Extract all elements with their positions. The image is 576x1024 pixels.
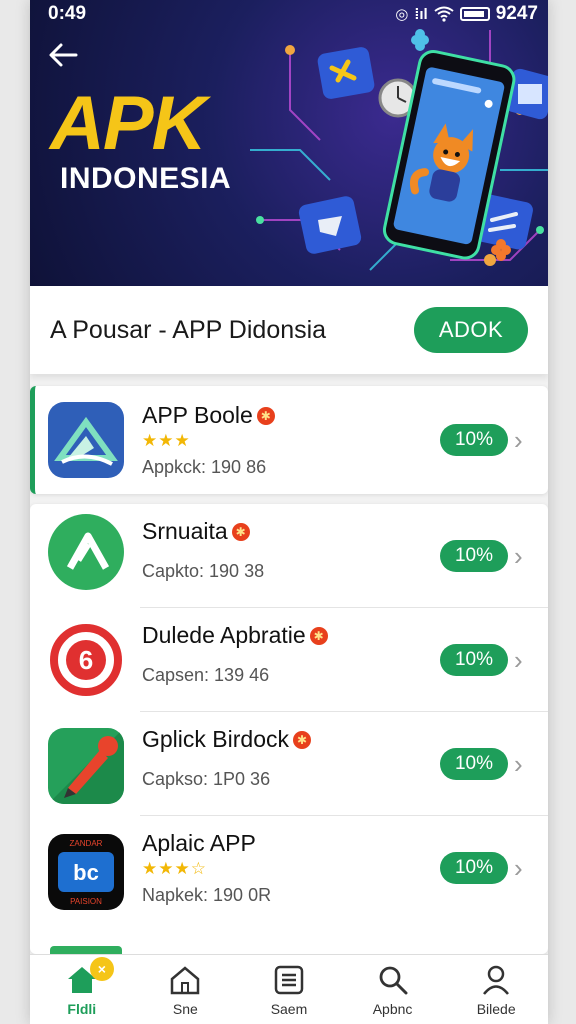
percent-badge: 10% [440, 540, 508, 572]
list-item-aplaic-app[interactable]: ZANDAR bc PAISION Aplaic APP ★★★☆ Napkek… [30, 816, 548, 920]
app-frame: APK INDONESIA 0:49 ◎ ⁞ıl 9247 A Pousar -… [30, 0, 548, 1024]
nav-label: Bilede [476, 1000, 516, 1017]
app-name: Gplick Birdock [142, 726, 289, 752]
gplick-pencil-logo-icon [48, 728, 124, 804]
nav-item-bilede[interactable]: Bilede [446, 963, 546, 1017]
nav-label: Saem [270, 1000, 308, 1017]
aplaic-icon-top-text: ZANDAR [70, 839, 103, 848]
bottom-navigation: × Fldli Sne Saem Apbnc Bilede [30, 954, 548, 1024]
list-item-app-boole[interactable]: APP Boole ✱ ★★★ Appkck: 190 86 10% › [35, 388, 548, 492]
search-icon [376, 963, 410, 997]
chevron-right-icon: › [514, 852, 523, 883]
page-title: A Pousar - APP Didonsia [50, 315, 327, 344]
chevron-right-icon: › [514, 424, 523, 455]
page-header: A Pousar - APP Didonsia ADOK [30, 286, 548, 374]
chevron-right-icon: › [514, 540, 523, 571]
app-boole-logo-icon [48, 402, 124, 478]
verified-badge-icon: ✱ [256, 406, 275, 425]
notification-badge-icon: × [89, 956, 114, 981]
back-button[interactable] [46, 38, 82, 74]
rating-stars: ★★★ [142, 431, 191, 450]
battery-icon [459, 7, 490, 21]
svg-text:6: 6 [79, 645, 93, 675]
signal-icon: ⁞ıl [414, 5, 428, 23]
app-meta: Napkek: 190 0R [142, 885, 272, 905]
verified-badge-icon: ✱ [292, 730, 311, 749]
verified-badge-icon: ✱ [309, 626, 328, 645]
nav-item-apbnc[interactable]: Apbnc [343, 963, 443, 1017]
hero-illustration [250, 29, 548, 271]
status-time: 0:49 [48, 3, 87, 24]
app-name: APP Boole [142, 402, 253, 428]
aplaic-icon-sub-text: PAISION [70, 897, 102, 906]
hero-title: APK [50, 81, 206, 166]
srnuaita-logo-icon [48, 514, 124, 590]
chevron-right-icon: › [514, 748, 523, 779]
list-icon [272, 963, 306, 997]
app-meta: Capsen: 139 46 [142, 665, 270, 685]
verified-badge-icon: ✱ [231, 522, 250, 541]
percent-badge: 10% [440, 644, 508, 676]
app-list: Srnuaita ✱ Capkto: 190 38 10% › 6 Dulede… [30, 504, 548, 954]
rating-stars: ★★★☆ [142, 859, 207, 878]
aplaic-icon-main-text: bc [73, 860, 99, 885]
add-button[interactable]: ADOK [414, 307, 528, 353]
battery-level: 9247 [495, 3, 538, 24]
aplaic-logo-icon: ZANDAR bc PAISION [48, 834, 124, 910]
nav-label: Apbnc [372, 1000, 413, 1017]
chevron-right-icon: › [514, 644, 523, 675]
partial-list-item [50, 946, 122, 954]
nav-item-saem[interactable]: Saem [239, 963, 339, 1017]
percent-badge: 10% [440, 424, 508, 456]
percent-badge: 10% [440, 852, 508, 884]
nav-item-home[interactable]: × Fldli [32, 956, 132, 1017]
nav-item-sne[interactable]: Sne [135, 963, 235, 1017]
app-meta: Capkso: 1P0 36 [142, 769, 271, 789]
featured-app-card: APP Boole ✱ ★★★ Appkck: 190 86 10% › [30, 386, 548, 494]
app-meta: Capkto: 190 38 [142, 561, 265, 581]
nav-label: Fldli [67, 1000, 97, 1017]
app-meta: Appkck: 190 86 [142, 457, 267, 477]
list-item-dulede-apbratie[interactable]: 6 Dulede Apbratie ✱ Capsen: 139 46 10% › [30, 608, 548, 712]
app-name: Srnuaita [142, 518, 228, 544]
hero-banner: APK INDONESIA [30, 0, 548, 286]
wifi-icon [434, 6, 454, 22]
back-arrow-icon [49, 43, 78, 67]
hero-subtitle: INDONESIA [60, 162, 232, 195]
status-bar: 0:49 ◎ ⁞ıl 9247 [30, 0, 548, 28]
nav-label: Sne [172, 1000, 198, 1017]
list-item-gplick-birdock[interactable]: Gplick Birdock ✱ Capkso: 1P0 36 10% › [30, 712, 548, 816]
app-name: Aplaic APP [142, 830, 256, 856]
house-outline-icon [168, 963, 202, 997]
app-name: Dulede Apbratie [142, 622, 306, 648]
vibrate-icon: ◎ [395, 6, 409, 23]
status-icons: ◎ ⁞ıl 9247 [395, 3, 538, 25]
percent-badge: 10% [440, 748, 508, 780]
list-item-srnuaita[interactable]: Srnuaita ✱ Capkto: 190 38 10% › [30, 504, 548, 608]
profile-icon [479, 963, 513, 997]
dulede-logo-icon: 6 [48, 622, 124, 698]
